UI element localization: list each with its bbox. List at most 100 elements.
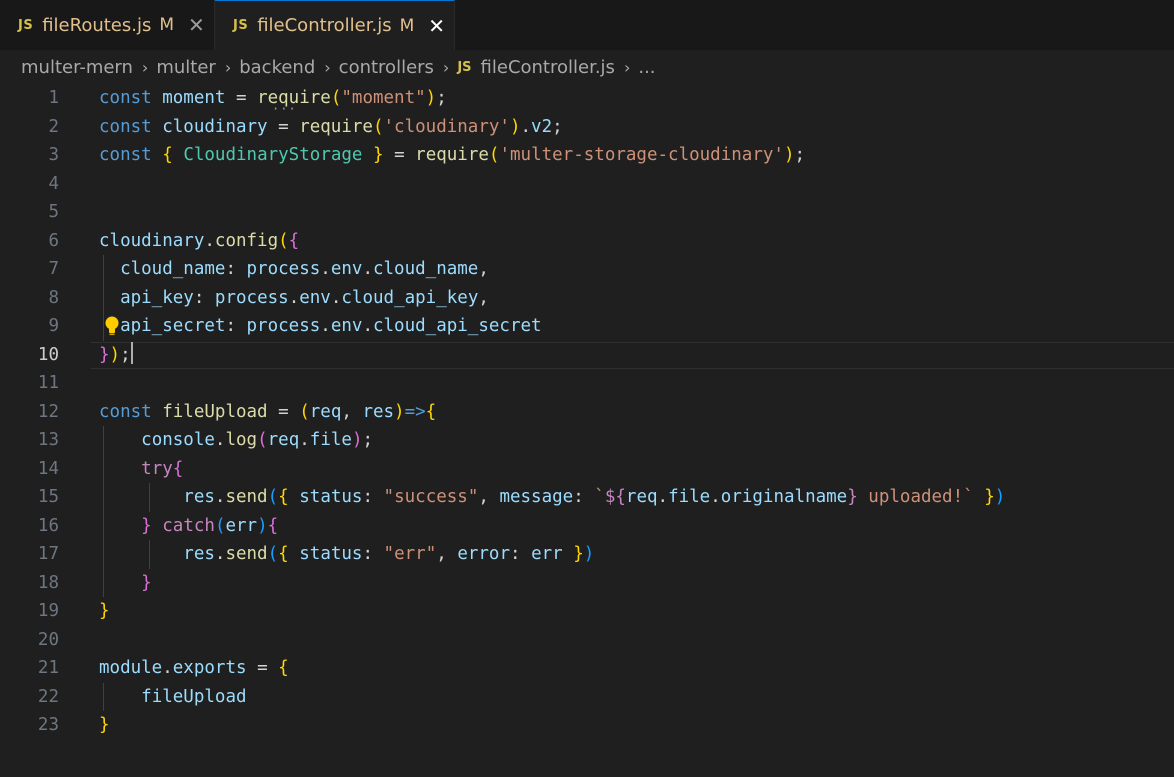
code-token: `: [594, 487, 605, 507]
code-text: } catch(err){: [99, 512, 278, 541]
code-token: :: [225, 316, 247, 336]
code-line[interactable]: 8 api_key: process.env.cloud_api_key,: [0, 284, 1174, 313]
code-line[interactable]: 6 cloudinary.config({: [0, 227, 1174, 256]
code-line[interactable]: 18 }: [0, 569, 1174, 598]
code-line[interactable]: 12 const fileUpload = (req, res)=>{: [0, 398, 1174, 427]
code-line[interactable]: 19}: [0, 597, 1174, 626]
code-editor[interactable]: 1 const moment = require("moment"); ··· 2 co…: [0, 84, 1174, 777]
close-icon[interactable]: ✕: [428, 16, 445, 36]
code-text: module.exports = {: [99, 654, 289, 683]
code-token: ;: [120, 344, 131, 365]
code-line[interactable]: 7 cloud_name: process.env.cloud_name,: [0, 255, 1174, 284]
code-token: process: [246, 316, 321, 336]
code-token: status: [299, 487, 363, 507]
tab-fileroutes[interactable]: JS fileRoutes.js M ✕: [0, 0, 215, 50]
breadcrumb-item-file[interactable]: fileController.js: [481, 57, 615, 78]
code-line[interactable]: 17 res.send({ status: "err", error: err …: [0, 540, 1174, 569]
code-token: const: [99, 145, 152, 165]
line-number: 10: [37, 344, 59, 365]
code-token: const: [99, 116, 152, 137]
code-line[interactable]: 2 const cloudinary = require('cloudinary'…: [0, 113, 1174, 142]
code-line[interactable]: 13 console.log(req.file);: [0, 426, 1174, 455]
code-token: api_key: [120, 287, 194, 308]
code-line[interactable]: 20: [0, 626, 1174, 655]
code-token: .: [320, 316, 331, 336]
chevron-right-icon: ›: [442, 57, 450, 77]
code-token: config: [214, 230, 279, 251]
code-text: const cloudinary = require('cloudinary')…: [99, 113, 563, 142]
code-token: (: [267, 544, 279, 564]
breadcrumb-item-backend[interactable]: backend: [239, 57, 315, 78]
code-line[interactable]: 16 } catch(err){: [0, 512, 1174, 541]
code-token: res: [183, 487, 215, 507]
breadcrumb-item-multer[interactable]: multer: [156, 57, 215, 78]
code-line[interactable]: 4: [0, 170, 1174, 199]
code-token: ): [351, 430, 363, 450]
code-token: req: [309, 401, 342, 422]
code-token: cloud_api_secret: [372, 316, 542, 336]
code-line[interactable]: 5: [0, 198, 1174, 227]
code-text: console.log(req.file);: [99, 426, 373, 455]
code-line[interactable]: 9 api_secret: process.env.cloud_api_secr…: [0, 312, 1174, 341]
code-text: res.send({ status: "err", error: err }): [99, 540, 594, 569]
code-token: ,: [478, 287, 489, 308]
breadcrumb-item-controllers[interactable]: controllers: [339, 57, 434, 78]
code-line[interactable]: 10});: [0, 341, 1174, 370]
code-token: :: [573, 487, 595, 507]
code-line[interactable]: 11: [0, 369, 1174, 398]
lightbulb-icon[interactable]: [104, 315, 120, 337]
code-line[interactable]: 23}: [0, 711, 1174, 740]
code-line[interactable]: 15 res.send({ status: "success", message…: [0, 483, 1174, 512]
code-token: {: [288, 230, 300, 251]
code-line[interactable]: 14 try{: [0, 455, 1174, 484]
code-token: .: [362, 316, 373, 336]
code-token: "err": [383, 544, 437, 564]
code-token: send: [225, 544, 268, 564]
tab-label: fileRoutes.js: [42, 14, 152, 36]
code-token: .: [162, 658, 173, 678]
code-token: =>: [404, 401, 426, 422]
chevron-right-icon: ›: [224, 57, 232, 77]
code-token: =: [383, 145, 416, 165]
code-token: ): [583, 544, 595, 564]
code-line[interactable]: 22 fileUpload: [0, 683, 1174, 712]
code-token: .: [299, 430, 310, 450]
line-number: 21: [37, 658, 59, 678]
code-token: .: [288, 287, 300, 308]
code-token: ): [783, 145, 795, 165]
line-number: 4: [48, 173, 59, 194]
code-token: v2: [531, 116, 553, 137]
code-token: cloudinary: [99, 230, 205, 251]
code-token: .: [710, 487, 721, 507]
code-token: }: [847, 487, 858, 507]
code-token: .: [214, 430, 226, 450]
code-token: catch: [162, 515, 215, 536]
code-token: api_secret: [120, 316, 226, 336]
code-token: }: [99, 344, 110, 365]
code-token: =: [267, 401, 300, 422]
breadcrumb-item-more[interactable]: ...: [638, 57, 655, 78]
code-token: err: [531, 544, 563, 564]
code-line[interactable]: 3 const { CloudinaryStorage } = require('…: [0, 141, 1174, 170]
line-number: 2: [48, 116, 59, 137]
javascript-file-icon: JS: [18, 17, 34, 33]
close-icon[interactable]: ✕: [188, 15, 205, 35]
code-line[interactable]: 1 const moment = require("moment"); ···: [0, 84, 1174, 116]
tab-filecontroller[interactable]: JS fileController.js M ✕: [215, 0, 455, 50]
code-token: }: [99, 715, 110, 735]
code-token: ): [994, 487, 1006, 507]
code-text: fileUpload: [99, 683, 246, 712]
code-token: {: [425, 401, 437, 422]
code-token: (: [372, 116, 384, 137]
breadcrumb-item-multer-mern[interactable]: multer-mern: [21, 57, 133, 78]
code-token: .: [214, 487, 226, 507]
code-line[interactable]: 21 module.exports = {: [0, 654, 1174, 683]
code-token: (: [299, 401, 310, 422]
